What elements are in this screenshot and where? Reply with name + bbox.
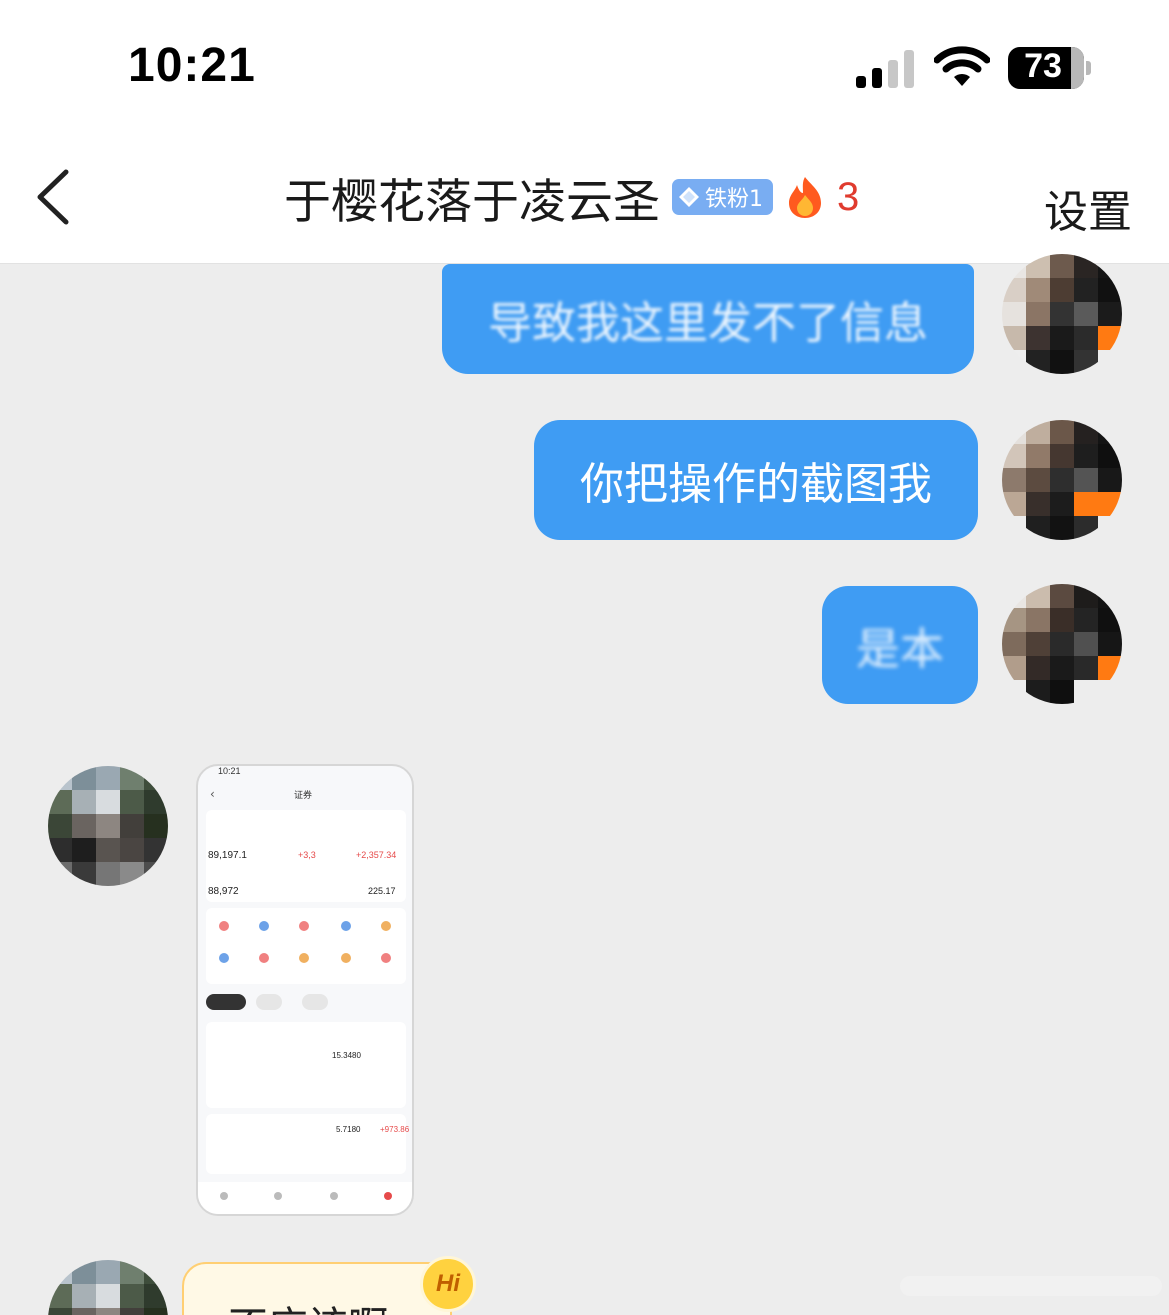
message-text: 导致我这里发不了信息: [488, 298, 928, 349]
thumb-value: 5.7180: [336, 1125, 361, 1134]
thumb-value: 88,972: [208, 886, 239, 897]
wifi-icon: [934, 46, 990, 86]
message-bubble-sent[interactable]: 你把操作的截图我: [534, 420, 978, 540]
thumb-value: 15.3480: [332, 1051, 361, 1060]
thumb-value: 225.17: [368, 886, 396, 896]
thumb-value: +3,3: [298, 850, 316, 860]
thumb-value: 89,197.1: [208, 850, 247, 861]
status-time: 10:21: [128, 39, 256, 92]
chat-header: 于樱花落于凌云圣 铁粉1 3 设置: [0, 130, 1169, 264]
chevron-left-icon: ‹: [210, 787, 215, 801]
streak-count: 3: [837, 174, 860, 219]
hi-badge: Hi: [420, 1256, 476, 1312]
fan-level-badge: 铁粉1: [672, 179, 773, 215]
cellular-signal-icon: [856, 50, 914, 88]
watermark: [900, 1268, 1162, 1304]
thumb-value: +973.86: [380, 1125, 410, 1134]
avatar-contact[interactable]: [48, 1260, 168, 1315]
thumb-value: +2,357.34: [356, 850, 396, 860]
message-text: 不应该啊: [228, 1304, 388, 1315]
settings-button[interactable]: 设置: [1044, 176, 1132, 240]
avatar-self[interactable]: [1002, 254, 1122, 374]
message-bubble-sent[interactable]: 是本: [822, 586, 978, 704]
chevron-left-icon[interactable]: [30, 166, 80, 228]
thumb-time: 10:21: [218, 766, 241, 776]
avatar-self[interactable]: [1002, 584, 1122, 704]
fan-badge-label: 铁粉1: [705, 187, 763, 212]
chat-title: 于樱花落于凌云圣: [284, 174, 660, 230]
message-bubble-sent[interactable]: 导致我这里发不了信息: [442, 264, 974, 374]
status-bar: 10:21 73: [0, 0, 1169, 130]
message-bubble-received[interactable]: 不应该啊: [182, 1262, 452, 1315]
message-text: 是本: [856, 624, 944, 675]
thumb-title: 证券: [294, 789, 312, 801]
battery-icon: 73: [1008, 47, 1084, 89]
battery-level: 73: [1024, 47, 1062, 85]
chat-title-group[interactable]: 于樱花落于凌云圣 铁粉1 3: [284, 166, 860, 230]
avatar-contact[interactable]: [48, 766, 168, 886]
diamond-icon: [679, 187, 699, 207]
flame-icon: [789, 177, 821, 218]
battery-tip: [1086, 61, 1091, 75]
trading-app-screenshot: 10:21 ‹ 证券 89,197.1 +3,3 +2,357.34 88,97…: [198, 766, 412, 1214]
avatar-self[interactable]: [1002, 420, 1122, 540]
image-message[interactable]: 10:21 ‹ 证券 89,197.1 +3,3 +2,357.34 88,97…: [196, 764, 414, 1216]
message-text: 你把操作的截图我: [580, 459, 932, 510]
